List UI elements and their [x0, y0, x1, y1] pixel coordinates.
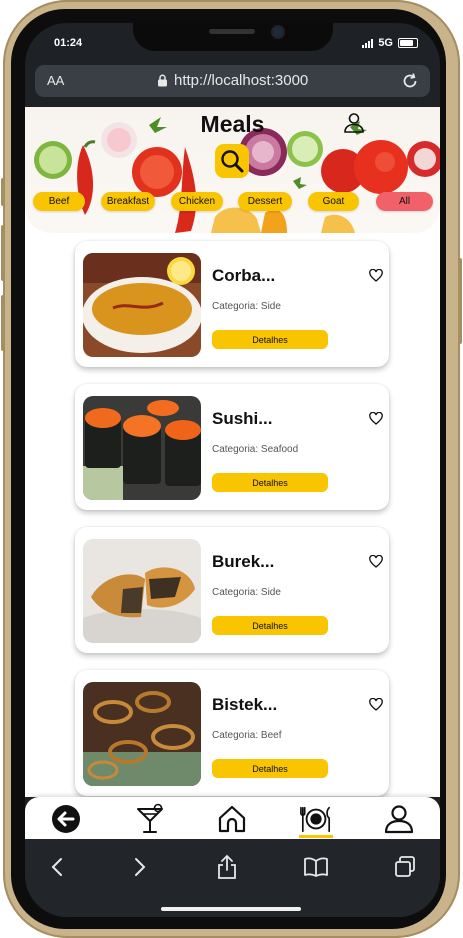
category-chip-breakfast[interactable]: Breakfast: [101, 192, 155, 211]
details-button[interactable]: Detalhes: [212, 616, 328, 635]
heart-icon[interactable]: [369, 269, 383, 282]
power-button: [458, 258, 462, 344]
browser-toolbar: [25, 839, 440, 917]
volume-up-button: [1, 225, 5, 281]
search-button[interactable]: [215, 144, 249, 178]
meal-category: Categoria: Seafood: [212, 444, 299, 455]
meal-image-corba[interactable]: [83, 253, 201, 357]
reload-icon[interactable]: [400, 71, 420, 91]
mute-switch: [1, 178, 5, 206]
reader-aa-button[interactable]: AA: [47, 73, 64, 88]
nav-home[interactable]: [216, 803, 248, 835]
signal-icon: [362, 38, 374, 48]
app-content: Meals Beef Breakfast Chicken Dessert Goa…: [25, 107, 440, 797]
category-chip-goat[interactable]: Goat: [308, 192, 359, 211]
meal-image-sushi[interactable]: [83, 396, 201, 500]
heart-icon[interactable]: [369, 698, 383, 711]
home-icon: [218, 805, 246, 833]
nav-drinks[interactable]: [134, 803, 166, 835]
meal-image-bistek[interactable]: [83, 682, 201, 786]
battery-icon: [398, 38, 418, 48]
heart-icon[interactable]: [369, 412, 383, 425]
bottom-navigation: [25, 797, 440, 839]
url-text: http://localhost:3000: [174, 72, 309, 89]
browser-back-button[interactable]: [43, 853, 71, 881]
user-icon: [384, 805, 414, 834]
meal-card[interactable]: Bistek... Categoria: Beef Detalhes: [75, 670, 389, 796]
active-tab-indicator: [299, 835, 333, 838]
cocktail-icon: [137, 803, 163, 833]
hero-header: Meals Beef Breakfast Chicken Dessert Goa…: [25, 107, 440, 233]
details-button[interactable]: Detalhes: [212, 330, 328, 349]
plate-cutlery-icon: [300, 806, 331, 833]
meal-category: Categoria: Beef: [212, 730, 282, 741]
bookmarks-button[interactable]: [302, 853, 330, 881]
meal-image-burek[interactable]: [83, 539, 201, 643]
nav-profile[interactable]: [383, 803, 415, 835]
meal-name: Bistek...: [212, 695, 278, 714]
bookmarks-icon: [304, 857, 328, 877]
category-chip-chicken[interactable]: Chicken: [171, 192, 223, 211]
meal-card[interactable]: Corba... Categoria: Side Detalhes: [75, 241, 389, 367]
nav-back[interactable]: [50, 803, 82, 835]
category-chip-beef[interactable]: Beef: [33, 192, 85, 211]
user-profile-icon[interactable]: [343, 112, 365, 134]
tabs-button[interactable]: [391, 853, 419, 881]
browser-forward-button[interactable]: [126, 853, 154, 881]
volume-down-button: [1, 295, 5, 351]
details-button[interactable]: Detalhes: [212, 473, 328, 492]
category-chip-dessert[interactable]: Dessert: [238, 192, 292, 211]
meal-category: Categoria: Side: [212, 587, 281, 598]
lock-icon: [158, 74, 167, 87]
tabs-icon: [395, 856, 415, 877]
page-title: Meals: [200, 111, 265, 137]
meal-category: Categoria: Side: [212, 301, 281, 312]
nav-meals[interactable]: [300, 803, 332, 835]
meal-name: Corba...: [212, 266, 276, 285]
screen: 01:24 5G AA http://localhost:3000 Meals …: [25, 23, 440, 917]
forward-icon: [135, 858, 146, 876]
status-time: 01:24: [54, 37, 83, 49]
heart-icon[interactable]: [369, 555, 383, 568]
share-icon: [218, 854, 236, 879]
back-arrow-icon: [52, 805, 80, 833]
search-icon: [221, 150, 244, 173]
meal-name: Sushi...: [212, 409, 273, 428]
share-button[interactable]: [213, 853, 241, 881]
home-indicator: [161, 907, 301, 911]
details-button[interactable]: Detalhes: [212, 759, 328, 778]
meal-card[interactable]: Burek... Categoria: Side Detalhes: [75, 527, 389, 653]
back-icon: [51, 858, 62, 876]
notch: [133, 23, 333, 51]
address-bar[interactable]: AA http://localhost:3000: [35, 65, 430, 97]
category-chip-all[interactable]: All: [376, 192, 433, 211]
meal-card[interactable]: Sushi... Categoria: Seafood Detalhes: [75, 384, 389, 510]
meal-name: Burek...: [212, 552, 275, 571]
network-label: 5G: [378, 37, 393, 49]
